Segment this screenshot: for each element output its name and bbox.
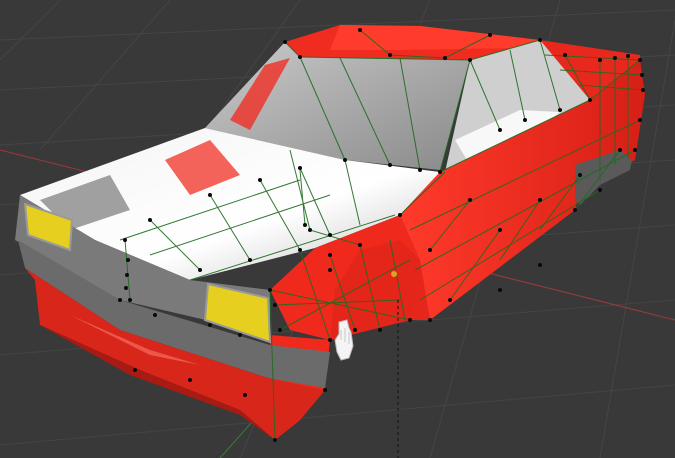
car-mesh[interactable]	[15, 25, 645, 440]
viewport-canvas[interactable]	[0, 0, 675, 458]
object-origin	[391, 271, 397, 277]
3d-viewport[interactable]	[0, 0, 675, 458]
